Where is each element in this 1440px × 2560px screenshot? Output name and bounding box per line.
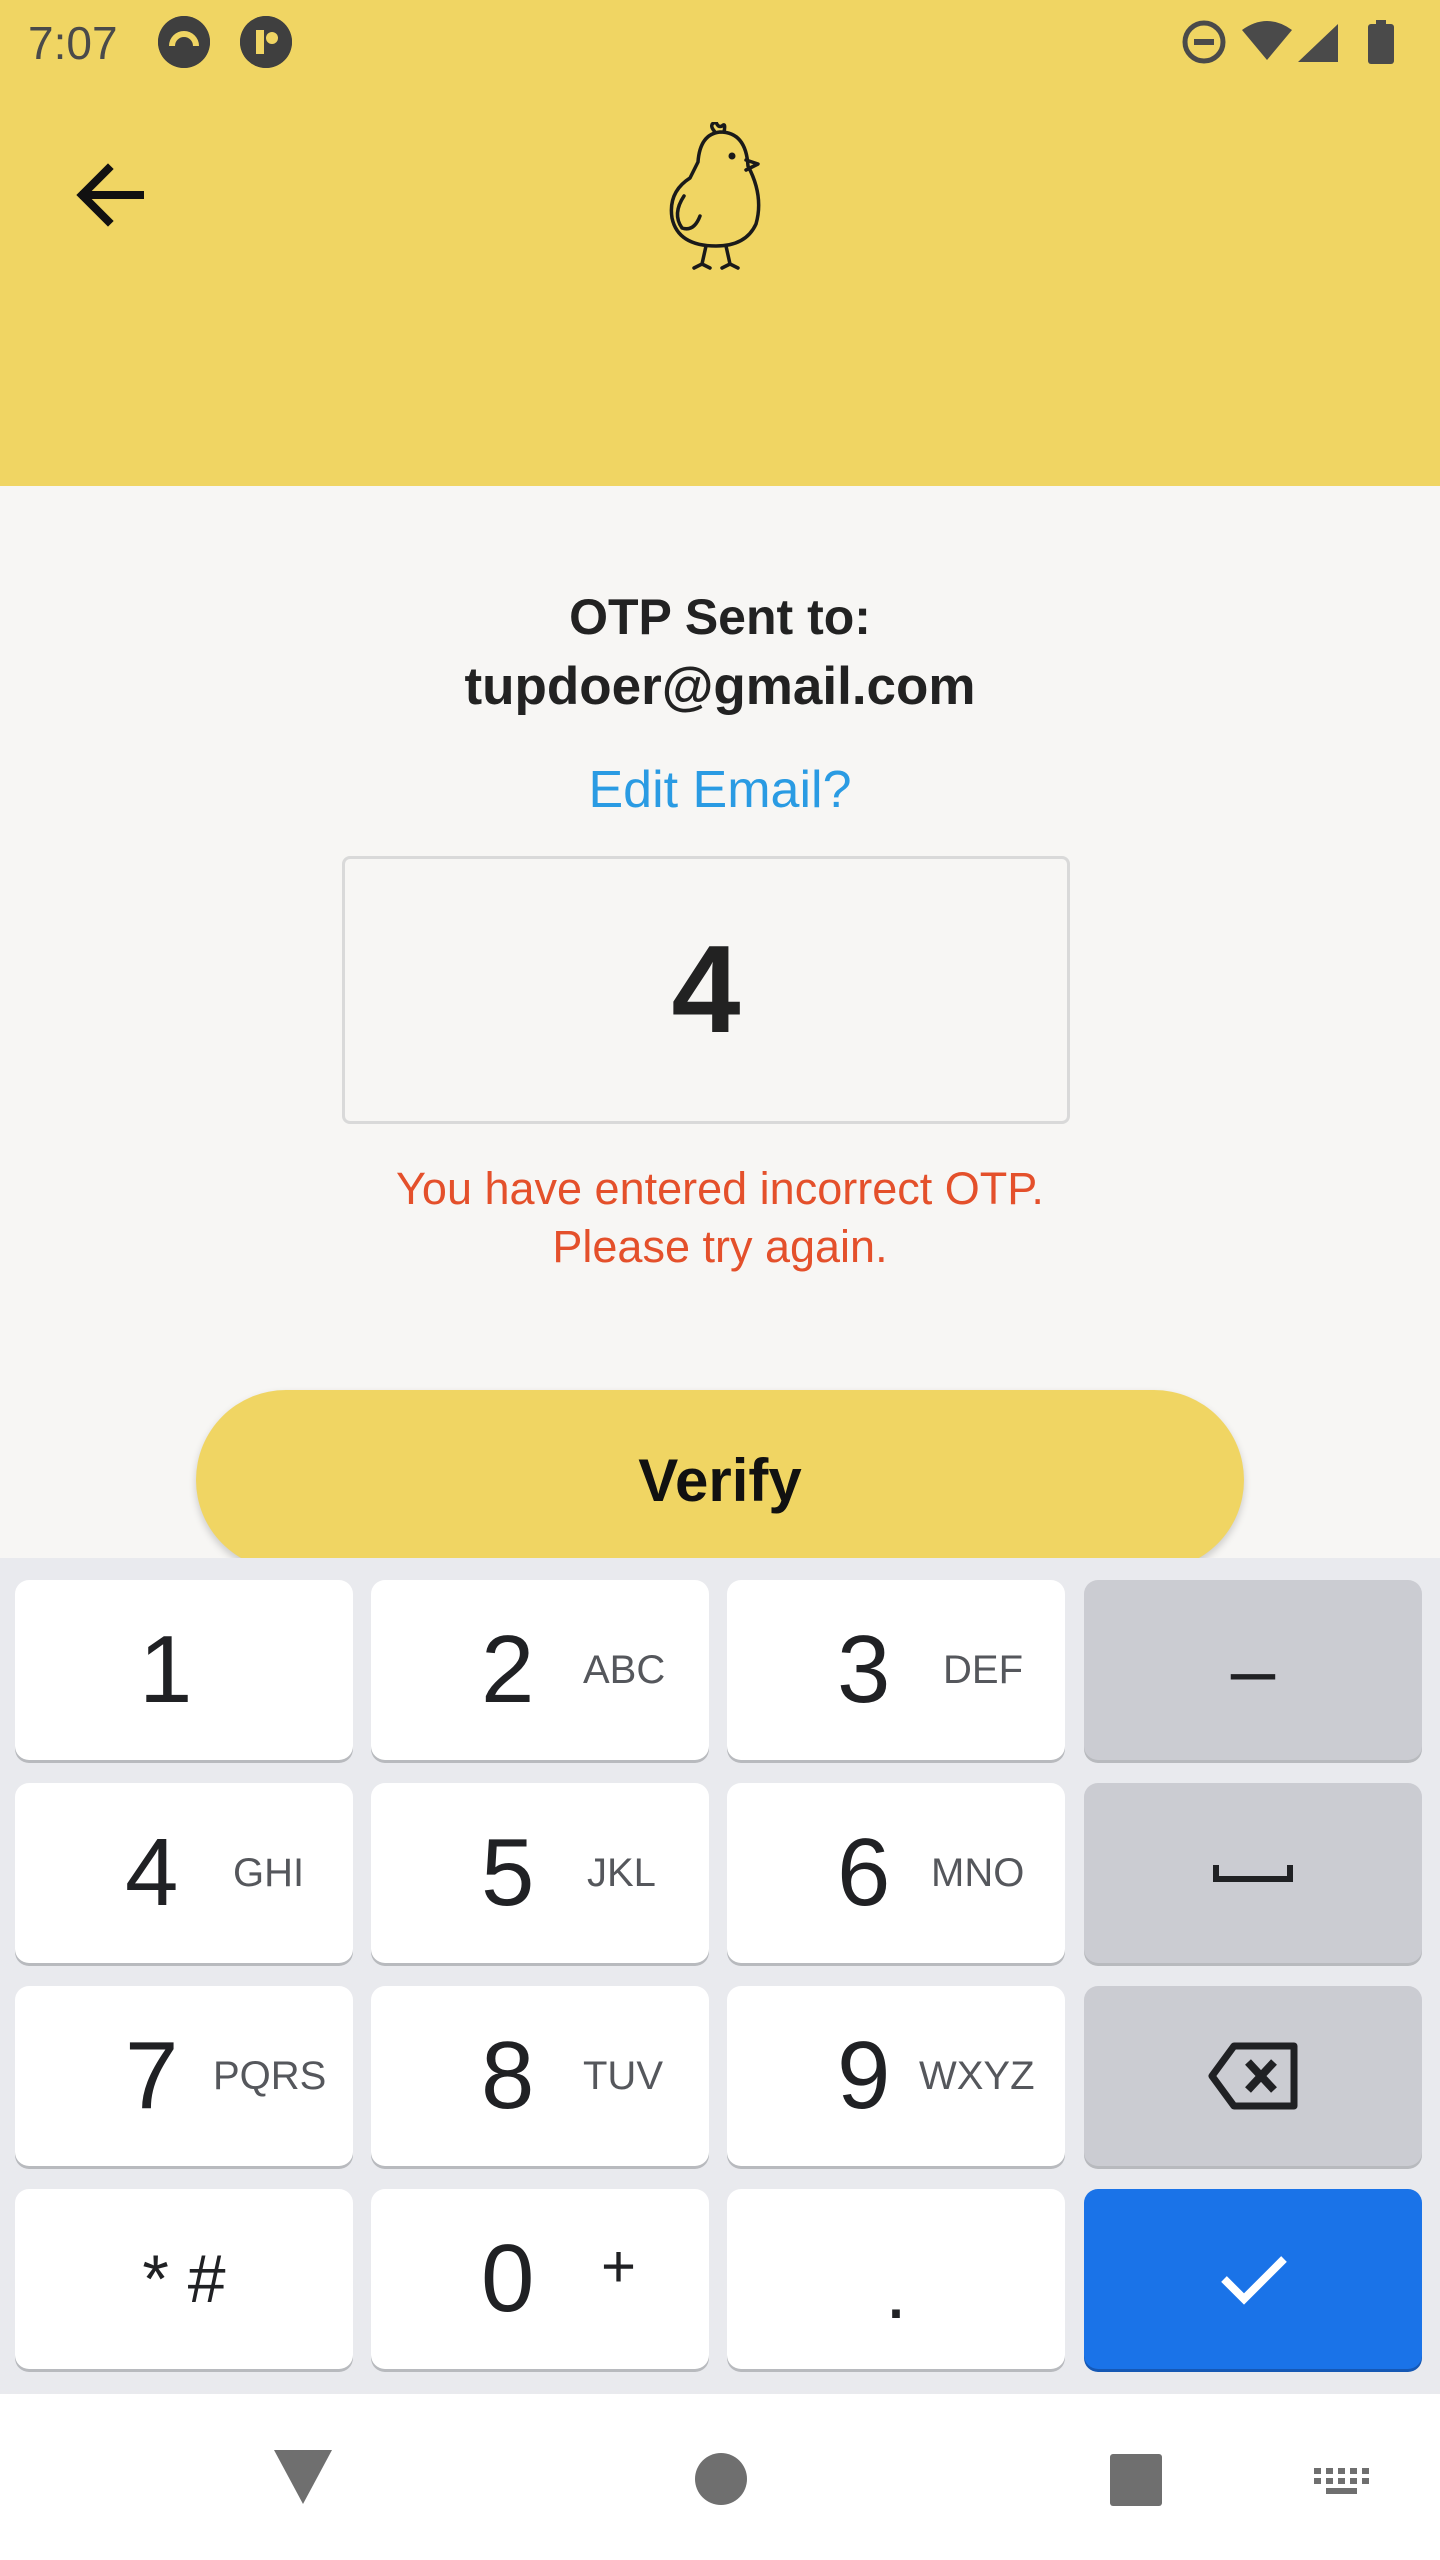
key-done[interactable]	[1084, 2189, 1422, 2369]
nav-home-icon	[695, 2453, 747, 2505]
arrow-left-icon	[76, 163, 144, 227]
check-icon	[1221, 2256, 1287, 2305]
app-notification-icon	[158, 16, 210, 68]
key-number: 8	[481, 2022, 535, 2129]
key-number: 5	[481, 1819, 535, 1926]
key-letters: TUV	[583, 2054, 663, 2098]
key-letters: PQRS	[213, 2054, 327, 2098]
chick-logo-icon	[660, 120, 780, 272]
key-6[interactable]: 6 MNO	[727, 1783, 1065, 1963]
key-9[interactable]: 9 WXYZ	[727, 1986, 1065, 2166]
key-number: 6	[837, 1819, 891, 1926]
key-number: 3	[837, 1616, 891, 1723]
status-icons	[1180, 16, 1416, 68]
key-0[interactable]: 0 +	[371, 2189, 709, 2369]
error-message-line: You have entered incorrect OTP.	[396, 1163, 1044, 1214]
key-letters: WXYZ	[919, 2054, 1035, 2098]
key-label: .	[884, 2246, 908, 2335]
key-8[interactable]: 8 TUV	[371, 1986, 709, 2166]
key-number: 1	[139, 1616, 193, 1723]
otp-screen: 7:07 OTP Sent to: tupdoer@gmail.com Edit…	[0, 0, 1440, 2560]
key-4[interactable]: 4 GHI	[15, 1783, 353, 1963]
key-number: 9	[837, 2022, 891, 2129]
otp-input[interactable]: 4	[342, 856, 1070, 1124]
otp-sent-label: OTP Sent to:	[569, 589, 871, 645]
dnd-icon	[1182, 20, 1226, 64]
app-notification-icon	[240, 16, 292, 68]
nav-back-button[interactable]	[258, 2434, 348, 2524]
key-2[interactable]: 2 ABC	[371, 1580, 709, 1760]
key-7[interactable]: 7 PQRS	[15, 1986, 353, 2166]
key-backspace[interactable]	[1084, 1986, 1422, 2166]
key-number: 2	[481, 1616, 535, 1723]
nav-home-button[interactable]	[676, 2434, 766, 2524]
key-star-hash[interactable]: * #	[15, 2189, 353, 2369]
navigation-bar	[0, 2394, 1440, 2560]
key-3[interactable]: 3 DEF	[727, 1580, 1065, 1760]
otp-input-value: 4	[671, 921, 741, 1059]
keyboard-icon	[1314, 2468, 1369, 2494]
space-icon	[1213, 1865, 1293, 1882]
wifi-icon	[1242, 21, 1292, 60]
error-message-line: Please try again.	[552, 1221, 888, 1272]
nav-back-icon	[274, 2450, 332, 2504]
key-1[interactable]: 1	[15, 1580, 353, 1760]
key-letters: ABC	[583, 1648, 666, 1692]
otp-email: tupdoer@gmail.com	[464, 657, 976, 716]
key-label: –	[1230, 1625, 1276, 1714]
back-button[interactable]	[68, 150, 158, 240]
key-number: 4	[125, 1819, 179, 1926]
status-bar: 7:07	[0, 0, 1440, 84]
verify-button[interactable]: Verify	[196, 1390, 1244, 1570]
signal-icon	[1298, 24, 1338, 62]
numeric-keyboard: 1 2 ABC 3 DEF – 4 GHI 5 JKL 6 MNO 7 PQRS…	[0, 1558, 1440, 2394]
key-letters: +	[601, 2233, 637, 2300]
edit-email-link[interactable]: Edit Email?	[0, 760, 1440, 820]
key-letters: GHI	[233, 1851, 305, 1895]
key-number: 0	[481, 2225, 535, 2332]
key-5[interactable]: 5 JKL	[371, 1783, 709, 1963]
nav-recents-button[interactable]	[1090, 2434, 1180, 2524]
key-letters: JKL	[587, 1851, 656, 1895]
key-space[interactable]	[1084, 1783, 1422, 1963]
status-time: 7:07	[28, 17, 118, 69]
backspace-icon	[1208, 2042, 1298, 2110]
key-minus[interactable]: –	[1084, 1580, 1422, 1760]
key-label: * #	[142, 2241, 226, 2317]
battery-icon	[1368, 20, 1394, 64]
key-number: 7	[125, 2022, 179, 2129]
nav-recents-icon	[1110, 2454, 1162, 2506]
error-message: You have entered incorrect OTP. Please t…	[0, 1160, 1440, 1276]
key-letters: MNO	[931, 1851, 1025, 1895]
key-letters: DEF	[943, 1648, 1023, 1692]
keyboard-switch-button[interactable]	[1300, 2434, 1390, 2524]
header: 7:07	[0, 0, 1440, 486]
key-period[interactable]: .	[727, 2189, 1065, 2369]
